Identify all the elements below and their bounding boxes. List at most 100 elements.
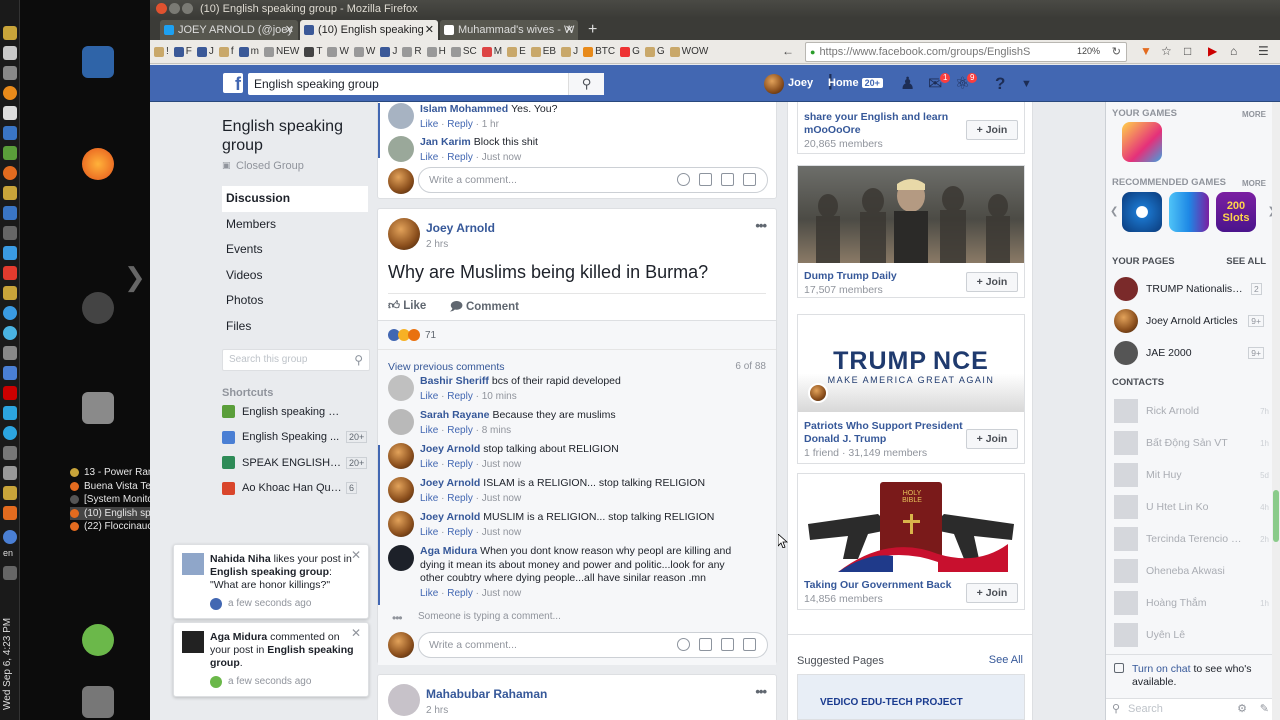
close-icon[interactable]: ✕ [351, 627, 361, 640]
star-icon[interactable]: ☆ [1161, 44, 1172, 58]
post-author[interactable]: Joey Arnold [426, 221, 495, 235]
contact-item[interactable]: Mit Huy 5d [1114, 462, 1269, 488]
shortcut-item[interactable]: SPEAK ENGLISH F... 20+ [222, 450, 368, 476]
contact-item[interactable]: Bất Động Sản VT 1h [1114, 430, 1269, 456]
comment-author[interactable]: Joey Arnold [420, 443, 480, 455]
reply-link[interactable]: Reply [447, 588, 473, 599]
shortcut-item[interactable]: English Speaking ... 20+ [222, 425, 368, 451]
slots-game-icon[interactable]: 200 Slots [1216, 192, 1256, 232]
tab[interactable]: (10) English speaking ✕ [300, 20, 438, 40]
emoji-icon[interactable] [677, 173, 690, 186]
bookmark-item[interactable]: W [353, 46, 375, 57]
post-author[interactable]: Mahabubar Rahaman [426, 687, 547, 701]
bookmark-item[interactable]: SC [450, 46, 477, 57]
bookmark-list-icon[interactable]: □ [1184, 44, 1191, 58]
post-author-avatar[interactable] [388, 218, 420, 250]
contact-item[interactable]: Uyên Lê [1114, 622, 1269, 648]
reply-link[interactable]: Reply [447, 527, 473, 538]
profile-link[interactable]: Joey [788, 77, 813, 89]
tab[interactable]: JOEY ARNOLD (@joey ✕ [160, 20, 298, 40]
bookmark-item[interactable]: H [426, 46, 446, 57]
like-link[interactable]: Like [420, 527, 438, 538]
avatar[interactable] [388, 545, 414, 571]
post-author-avatar[interactable] [388, 684, 420, 716]
facebook-search-input[interactable]: English speaking group ⚲ [248, 73, 604, 95]
contact-item[interactable]: Rick Arnold 7h [1114, 398, 1269, 424]
app-icon[interactable] [3, 226, 17, 240]
contact-item[interactable]: U Htet Lin Ko 4h [1114, 494, 1269, 520]
group-cover-image[interactable]: HOLY BIBLE [798, 474, 1024, 572]
view-previous-comments[interactable]: View previous comments [388, 361, 505, 373]
download-icon[interactable]: ▼ [1140, 44, 1152, 58]
like-button[interactable]: 👍︎ Like [388, 299, 426, 313]
group-tab-files[interactable]: Files [222, 314, 368, 340]
contact-item[interactable]: Tercinda Terencio M... 2h [1114, 526, 1269, 552]
close-tab-icon[interactable]: ✕ [285, 20, 294, 40]
bookmark-item[interactable]: J [196, 46, 214, 57]
app-icon[interactable] [3, 346, 17, 360]
app-icon[interactable] [3, 106, 17, 120]
maximize-window-icon[interactable] [182, 3, 193, 14]
folder-icon[interactable] [3, 286, 17, 300]
search-icon[interactable]: ⚲ [568, 73, 604, 95]
suggested-group-name[interactable]: Patriots Who Support President Donald J.… [804, 420, 964, 446]
document-icon[interactable] [82, 46, 114, 78]
candy-crush-icon[interactable] [1122, 122, 1162, 162]
shortcut-item[interactable]: English speaking group [222, 399, 368, 425]
app-icon[interactable] [3, 206, 17, 220]
avatar[interactable] [388, 103, 414, 129]
friend-requests-icon[interactable]: ♟ [900, 74, 915, 94]
app-icon[interactable] [3, 486, 17, 500]
comment-author[interactable]: Islam Mohammed [420, 103, 508, 115]
app-icon[interactable] [3, 146, 17, 160]
app-icon[interactable] [3, 26, 17, 40]
more-options-icon[interactable]: ••• [755, 218, 767, 233]
bookmark-item[interactable]: f [218, 46, 234, 57]
like-link[interactable]: Like [420, 588, 438, 599]
app-icon[interactable] [3, 246, 17, 260]
group-tab-discussion[interactable]: Discussion [222, 186, 368, 212]
more-link[interactable]: MORE [1242, 179, 1266, 188]
bookmark-item[interactable]: E [507, 46, 526, 57]
comment-input[interactable]: Write a comment... [418, 632, 768, 658]
youtube-icon[interactable]: ▶ [1208, 44, 1217, 58]
like-link[interactable]: Like [420, 493, 438, 504]
help-icon[interactable]: ? [995, 74, 1005, 94]
like-link[interactable]: Like [420, 425, 438, 436]
avatar[interactable] [388, 409, 414, 435]
filezilla-icon[interactable] [3, 386, 17, 400]
suggested-group-name[interactable]: share your English and learn mOoOoOre [804, 111, 964, 137]
user-icon[interactable] [82, 624, 114, 656]
close-icon[interactable]: ✕ [351, 549, 361, 562]
group-search-input[interactable]: Search this group ⚲ [222, 349, 370, 371]
reply-link[interactable]: Reply [447, 152, 473, 163]
bookmark-item[interactable]: T [304, 46, 322, 57]
avatar[interactable] [388, 511, 414, 537]
page-scrollbar[interactable] [1272, 102, 1280, 720]
comment-author[interactable]: Bashir Sheriff [420, 375, 489, 387]
more-options-icon[interactable]: ••• [755, 684, 767, 699]
menu-icon[interactable]: ☰ [1258, 44, 1269, 58]
shortcut-item[interactable]: Ao Khoac Han Quoc ... 6 [222, 476, 368, 502]
sticker-icon[interactable] [743, 638, 756, 651]
group-cover-image[interactable]: TRUMP NCE MAKE AMERICA GREAT AGAIN [798, 315, 1024, 412]
facebook-logo[interactable]: f [223, 73, 243, 94]
volume-icon[interactable] [3, 566, 17, 580]
app-icon[interactable] [3, 46, 17, 60]
app-icon[interactable] [3, 466, 17, 480]
comment-author[interactable]: Sarah Rayane [420, 409, 489, 421]
camera-icon[interactable] [699, 638, 712, 651]
reply-link[interactable]: Reply [447, 119, 473, 130]
bookmark-item[interactable]: WOW [669, 46, 708, 57]
reply-link[interactable]: Reply [447, 493, 473, 504]
bookmark-item[interactable]: J [380, 46, 397, 57]
bookmark-item[interactable]: EB [530, 46, 556, 57]
chevron-right-icon[interactable]: ❯ [124, 262, 146, 293]
bookmark-item[interactable]: J [561, 46, 578, 57]
comment-author[interactable]: Joey Arnold [420, 477, 480, 489]
reply-link[interactable]: Reply [447, 425, 473, 436]
app-icon[interactable] [3, 446, 17, 460]
bookmark-item[interactable]: G [620, 46, 640, 57]
join-button[interactable]: + Join [966, 429, 1018, 449]
app-icon[interactable] [3, 66, 17, 80]
